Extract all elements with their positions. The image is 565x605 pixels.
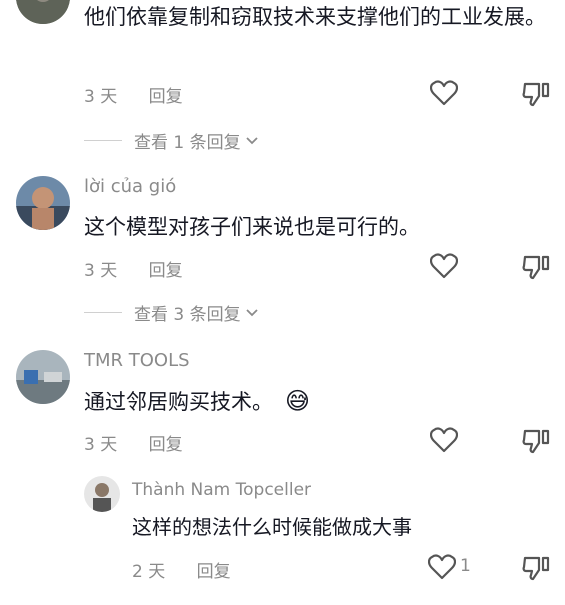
view-replies-label: 查看 1 条回复 [134,133,241,153]
comment-meta: 2 天 回复 [132,557,231,582]
avatar[interactable] [16,0,70,24]
username[interactable]: lời của gió [84,176,176,197]
reply-button[interactable]: 回复 [197,557,231,582]
dislike-button[interactable] [522,427,550,459]
comment-3: TMR TOOLS 通过邻居购买技术。 😅 3 天 回复 Thành Nam To… [0,348,565,598]
username[interactable]: TMR TOOLS [84,350,190,371]
divider [84,140,122,141]
timestamp: 3 天 [84,261,118,281]
dislike-icon [522,82,550,107]
comment-text: 这样的想法什么时候能做成大事 [132,515,412,539]
dislike-button[interactable] [522,554,550,586]
like-button[interactable] [429,80,459,110]
dislike-icon [522,255,550,280]
like-button[interactable] [429,427,459,457]
view-replies-label: 查看 3 条回复 [134,305,241,325]
comment-meta: 3 天 回复 [84,256,183,281]
view-replies-button[interactable]: 查看 3 条回复 [84,300,259,325]
avatar[interactable] [84,476,120,512]
reply-button[interactable]: 回复 [149,256,183,281]
sweat-smile-emoji: 😅 [285,387,311,415]
chevron-down-icon [245,308,259,318]
view-replies-button[interactable]: 查看 1 条回复 [84,128,259,153]
reply-button[interactable]: 回复 [149,82,183,107]
timestamp: 3 天 [84,435,118,455]
comment-meta: 3 天 回复 [84,430,183,455]
like-button[interactable] [429,253,459,283]
divider [84,312,122,313]
reply-button[interactable]: 回复 [149,430,183,455]
dislike-button[interactable] [522,80,550,112]
username[interactable]: Thành Nam Topceller [132,480,311,500]
dislike-icon [522,429,550,454]
timestamp: 2 天 [132,562,166,582]
avatar[interactable] [16,350,70,404]
comment-text-body: 通过邻居购买技术。 [84,390,273,414]
like-button[interactable] [427,554,457,584]
comment-meta: 3 天 回复 [84,82,183,107]
comment-1: 他们依靠复制和窃取技术来支撑他们的工业发展。 3 天 回复 查看 1 条回复 [0,0,565,160]
comment-2: lời của gió 这个模型对孩子们来说也是可行的。 3 天 回复 查看 3… [0,174,565,334]
comment-text: 他们依靠复制和窃取技术来支撑他们的工业发展。 [84,5,546,29]
chevron-down-icon [245,136,259,146]
reply-comment: Thành Nam Topceller 这样的想法什么时候能做成大事 2 天 回… [0,474,565,584]
heart-icon [429,253,459,279]
dislike-button[interactable] [522,253,550,285]
comment-text: 这个模型对孩子们来说也是可行的。 [84,215,420,239]
heart-icon [429,427,459,453]
avatar[interactable] [16,176,70,230]
heart-icon [429,80,459,106]
like-count: 1 [460,556,471,576]
comment-text: 通过邻居购买技术。 😅 [84,384,554,419]
dislike-icon [522,556,550,581]
timestamp: 3 天 [84,87,118,107]
heart-icon [427,554,457,580]
